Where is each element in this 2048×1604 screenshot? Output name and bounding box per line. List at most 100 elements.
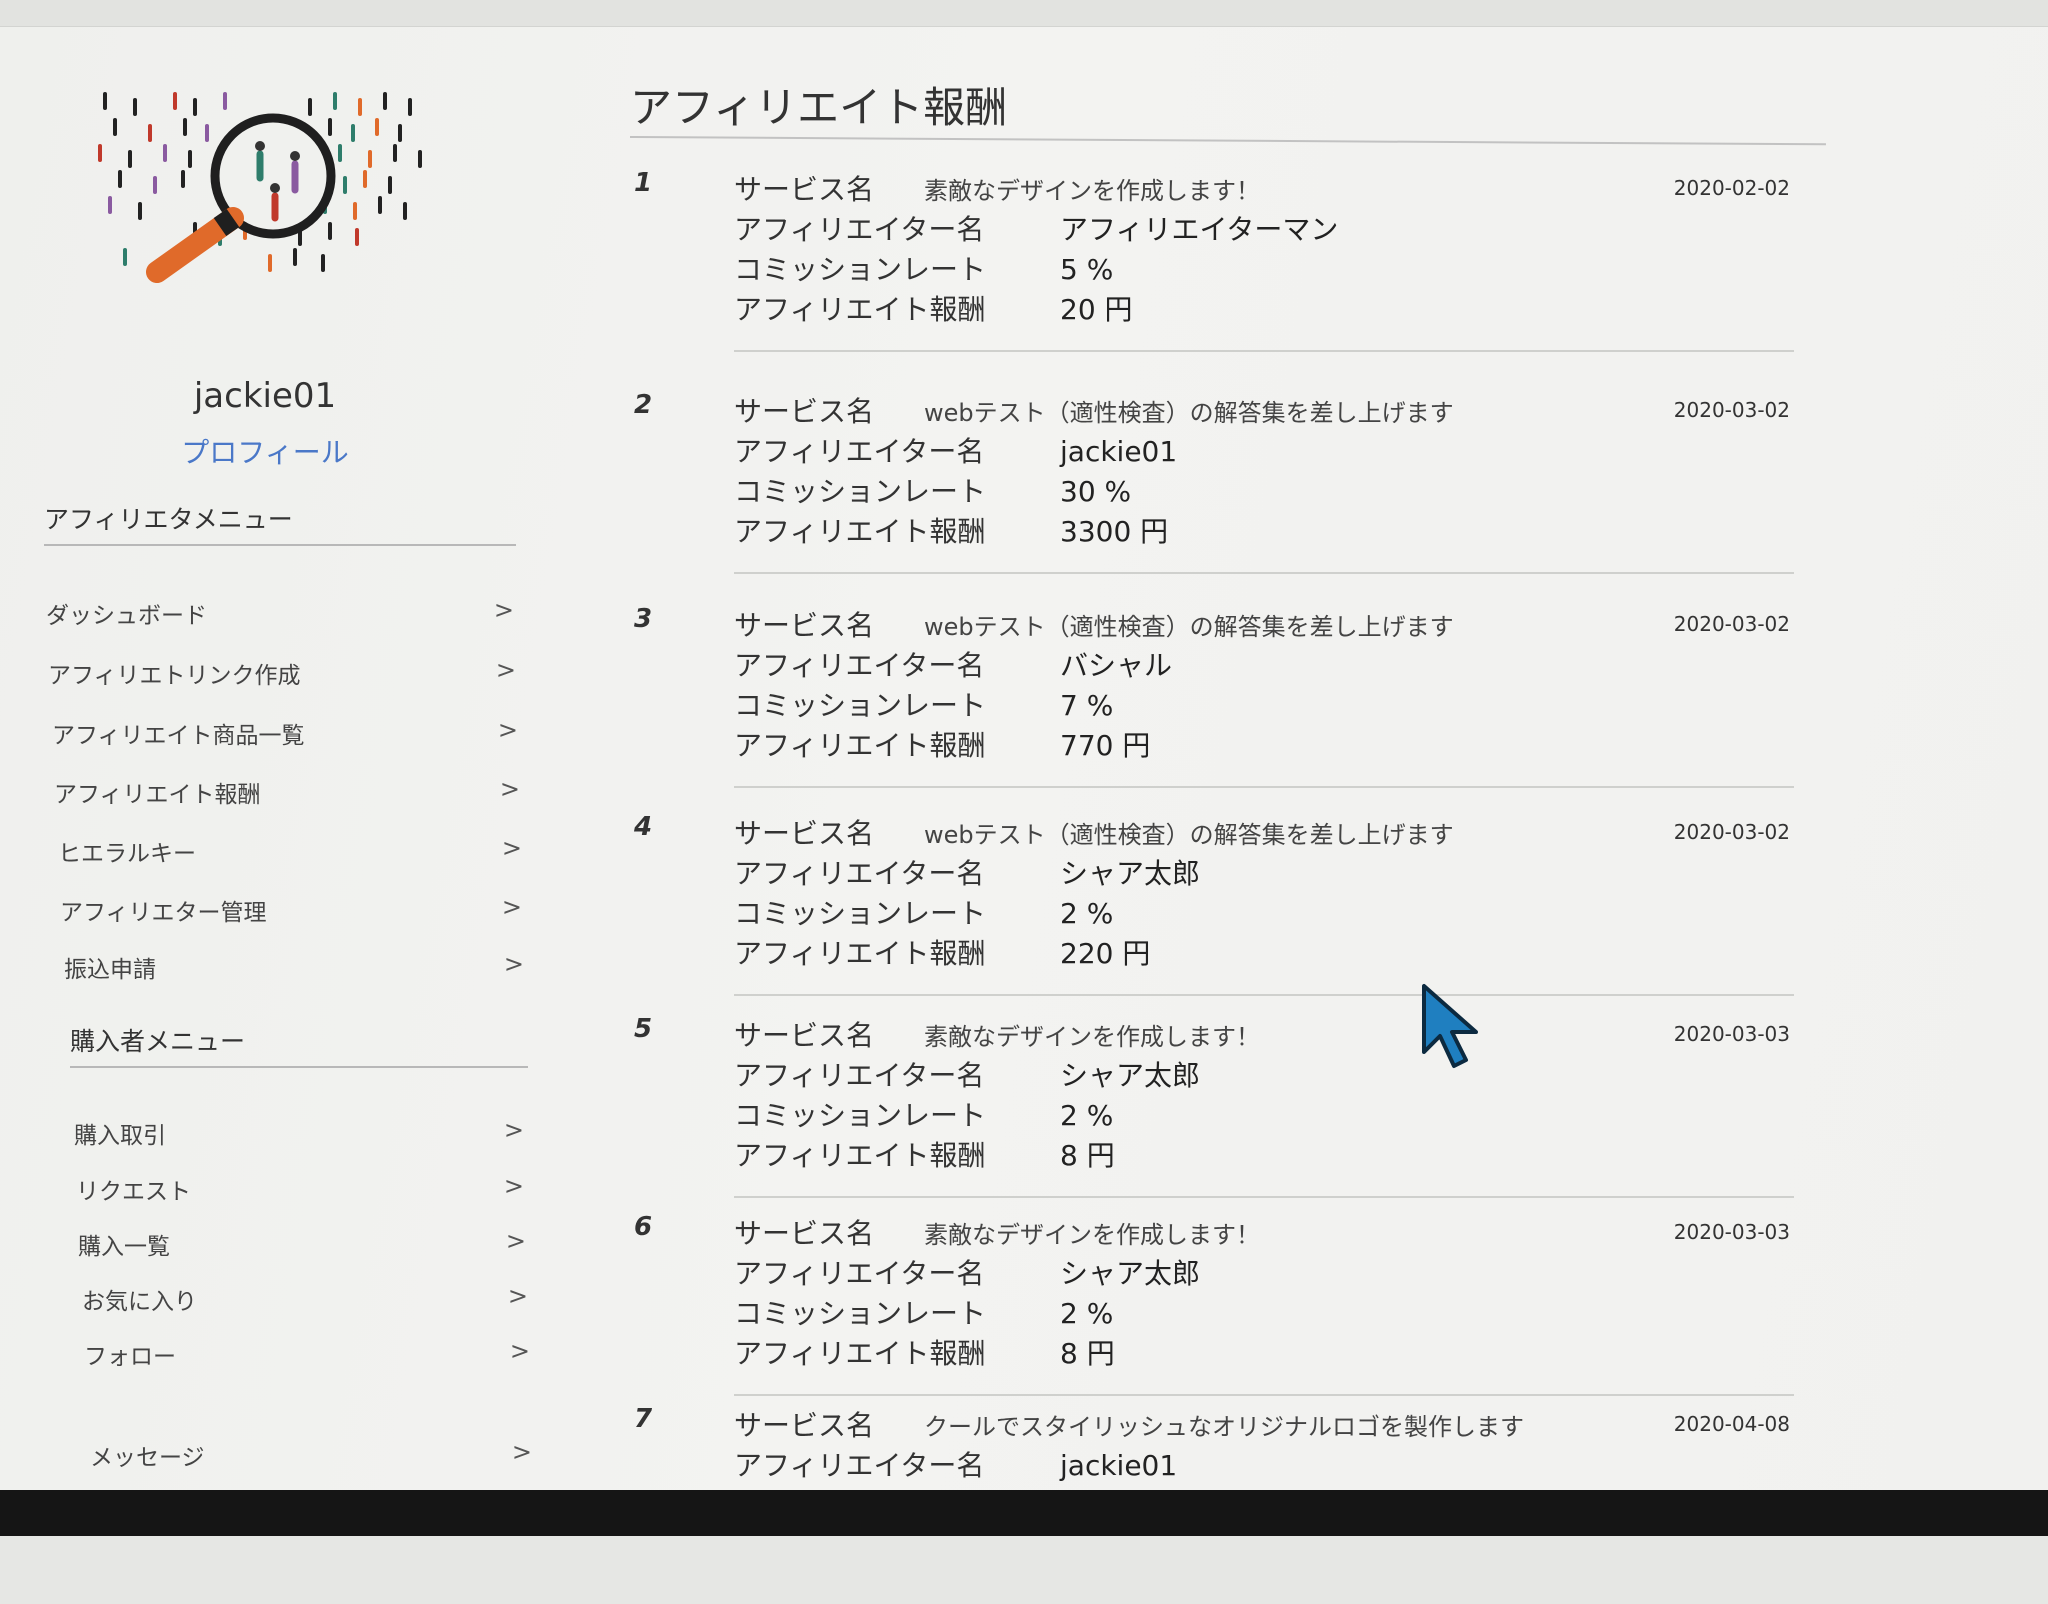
affiliator-row: アフィリエイター名 アフィリエイターマン xyxy=(734,208,1338,248)
username: jackie01 xyxy=(193,376,337,416)
commission-rate: 2 % xyxy=(1060,1297,1114,1330)
service-name[interactable]: クールでスタイリッシュなオリジナルロゴを製作します xyxy=(924,1413,1524,1441)
reward-label: アフィリエイト報酬 xyxy=(734,729,986,762)
chevron-right-icon: > xyxy=(499,775,520,803)
chevron-right-icon: > xyxy=(497,716,518,744)
sidebar-item-label: アフィリエトリンク作成 xyxy=(48,663,301,689)
commission-rate: 7 % xyxy=(1060,689,1114,722)
sidebar-item-affiliate-link[interactable]: アフィリエトリンク作成 > xyxy=(48,652,516,692)
reward-row: アフィリエイト報酬 8 円 xyxy=(734,1134,1115,1174)
rate-label: コミッションレート xyxy=(734,475,987,508)
screen: jackie01 プロフィール アフィリエタメニュー ダッシュボード > アフィ… xyxy=(0,0,2048,1490)
sidebar-item-favorites[interactable]: お気に入り > xyxy=(82,1278,528,1318)
affiliator-row: アフィリエイター名 jackie01 xyxy=(734,430,1177,470)
rate-row: コミッションレート 2 % xyxy=(734,1094,1113,1134)
rate-row: コミッションレート 7 % xyxy=(734,684,1113,724)
rate-label: コミッションレート xyxy=(734,689,987,722)
chevron-right-icon: > xyxy=(511,1438,532,1466)
sidebar-item-label: アフィリエイト商品一覧 xyxy=(52,723,305,749)
service-name[interactable]: 素敵なデザインを作成します！ xyxy=(924,1023,1260,1051)
service-row: サービス名 素敵なデザインを作成します！ xyxy=(734,1212,1260,1252)
affiliator-row: アフィリエイター名 シャア太郎 xyxy=(734,1252,1200,1292)
sidebar-item-transfer-request[interactable]: 振込申請 > xyxy=(64,946,524,986)
sidebar-item-label: フォロー xyxy=(84,1344,176,1370)
sidebar: jackie01 プロフィール アフィリエタメニュー ダッシュボード > アフィ… xyxy=(0,26,560,1490)
sidebar-item-purchase-transactions[interactable]: 購入取引 > xyxy=(74,1112,524,1152)
commission-rate: 2 % xyxy=(1060,1099,1114,1132)
rate-label: コミッションレート xyxy=(734,253,987,286)
entry-number: 3 xyxy=(634,604,653,634)
entry-date: 2020-03-02 xyxy=(1673,820,1790,844)
reward-row: アフィリエイト報酬 8 円 xyxy=(734,1332,1115,1372)
affiliator-row: アフィリエイター名 jackie01 xyxy=(734,1444,1177,1484)
reward-amount: 8 円 xyxy=(1060,1139,1115,1172)
sidebar-item-label: お気に入り xyxy=(82,1289,197,1315)
reward-label: アフィリエイト報酬 xyxy=(734,937,986,970)
page-title: アフィリエイト報酬 xyxy=(630,83,1008,132)
title-divider xyxy=(629,136,1826,146)
rate-label: コミッションレート xyxy=(734,1099,987,1132)
service-label: サービス名 xyxy=(734,173,875,206)
reward-entry: 3 サービス名 webテスト（適性検査）の解答集を差し上げます アフィリエイター名… xyxy=(630,604,1810,804)
affiliator-label: アフィリエイター名 xyxy=(734,213,985,246)
entry-date: 2020-03-03 xyxy=(1673,1220,1790,1244)
service-name[interactable]: webテスト（適性検査）の解答集を差し上げます xyxy=(924,821,1454,849)
rate-row: コミッションレート 2 % xyxy=(734,1292,1113,1332)
commission-rate: 2 % xyxy=(1060,897,1114,930)
sidebar-item-messages[interactable]: メッセージ > xyxy=(90,1434,532,1474)
entry-date: 2020-03-03 xyxy=(1673,1022,1790,1046)
sidebar-item-label: 購入取引 xyxy=(74,1123,166,1149)
sidebar-item-affiliate-products[interactable]: アフィリエイト商品一覧 > xyxy=(52,712,518,752)
affiliator-name: シャア太郎 xyxy=(1060,1059,1201,1092)
reward-amount: 8 円 xyxy=(1060,1337,1115,1370)
entry-date: 2020-02-02 xyxy=(1673,176,1790,200)
sidebar-item-label: アフィリエイト報酬 xyxy=(54,782,261,808)
service-name[interactable]: 素敵なデザインを作成します！ xyxy=(924,177,1260,205)
service-label: サービス名 xyxy=(734,1019,875,1052)
sidebar-item-affiliate-rewards[interactable]: アフィリエイト報酬 > xyxy=(54,771,520,811)
entry-divider xyxy=(734,1394,1794,1396)
reward-entry: 2 サービス名 webテスト（適性検査）の解答集を差し上げます アフィリエイター名… xyxy=(630,390,1810,590)
service-name[interactable]: webテスト（適性検査）の解答集を差し上げます xyxy=(924,613,1454,641)
sidebar-item-label: メッセージ xyxy=(90,1445,205,1471)
commission-rate: 30 % xyxy=(1060,475,1132,508)
reward-amount: 3300 円 xyxy=(1060,515,1169,548)
chevron-right-icon: > xyxy=(493,596,514,624)
reward-entry: 6 サービス名 素敵なデザインを作成します！ アフィリエイター名 シャア太郎 コミッ… xyxy=(630,1212,1810,1412)
chevron-right-icon: > xyxy=(501,834,522,862)
reward-label: アフィリエイト報酬 xyxy=(734,1139,986,1172)
sidebar-item-purchase-list[interactable]: 購入一覧 > xyxy=(78,1223,526,1263)
entry-date: 2020-03-02 xyxy=(1673,612,1790,636)
service-name[interactable]: 素敵なデザインを作成します！ xyxy=(924,1221,1260,1249)
sidebar-item-requests[interactable]: リクエスト > xyxy=(76,1168,524,1208)
sidebar-item-label: 振込申請 xyxy=(64,957,156,983)
entry-number: 2 xyxy=(634,390,653,420)
profile-link[interactable]: プロフィール xyxy=(0,431,530,471)
chevron-right-icon: > xyxy=(495,656,516,684)
reward-entry: 1 サービス名 素敵なデザインを作成します！ アフィリエイター名 アフィリエイターマ… xyxy=(630,168,1810,368)
sidebar-item-dashboard[interactable]: ダッシュボード > xyxy=(46,592,514,632)
reward-entry: 4 サービス名 webテスト（適性検査）の解答集を差し上げます アフィリエイター名… xyxy=(630,812,1810,1012)
entry-divider xyxy=(734,994,1794,996)
reward-entry: 5 サービス名 素敵なデザインを作成します！ アフィリエイター名 シャア太郎 コミッ… xyxy=(630,1014,1810,1214)
magnifier-people-logo xyxy=(98,92,422,283)
affiliator-label: アフィリエイター名 xyxy=(734,857,985,890)
service-label: サービス名 xyxy=(734,817,875,850)
reward-label: アフィリエイト報酬 xyxy=(734,1337,986,1370)
commission-rate: 5 % xyxy=(1060,253,1114,286)
service-row: サービス名 webテスト（適性検査）の解答集を差し上げます xyxy=(734,390,1454,430)
chevron-right-icon: > xyxy=(509,1337,530,1365)
service-label: サービス名 xyxy=(734,1409,875,1442)
affiliator-name: バシャル xyxy=(1060,649,1173,682)
affiliator-row: アフィリエイター名 バシャル xyxy=(734,644,1172,684)
service-row: サービス名 webテスト（適性検査）の解答集を差し上げます xyxy=(734,812,1454,852)
entry-number: 4 xyxy=(634,812,653,842)
sidebar-item-affiliator-management[interactable]: アフィリエター管理 > xyxy=(60,889,522,929)
sidebar-item-hierarchy[interactable]: ヒエラルキー > xyxy=(58,830,522,870)
service-label: サービス名 xyxy=(734,395,875,428)
top-strip xyxy=(0,0,2048,27)
reward-label: アフィリエイト報酬 xyxy=(734,293,986,326)
service-name[interactable]: webテスト（適性検査）の解答集を差し上げます xyxy=(924,399,1454,427)
sidebar-item-follow[interactable]: フォロー > xyxy=(84,1333,530,1373)
sidebar-item-label: アフィリエター管理 xyxy=(60,900,267,926)
